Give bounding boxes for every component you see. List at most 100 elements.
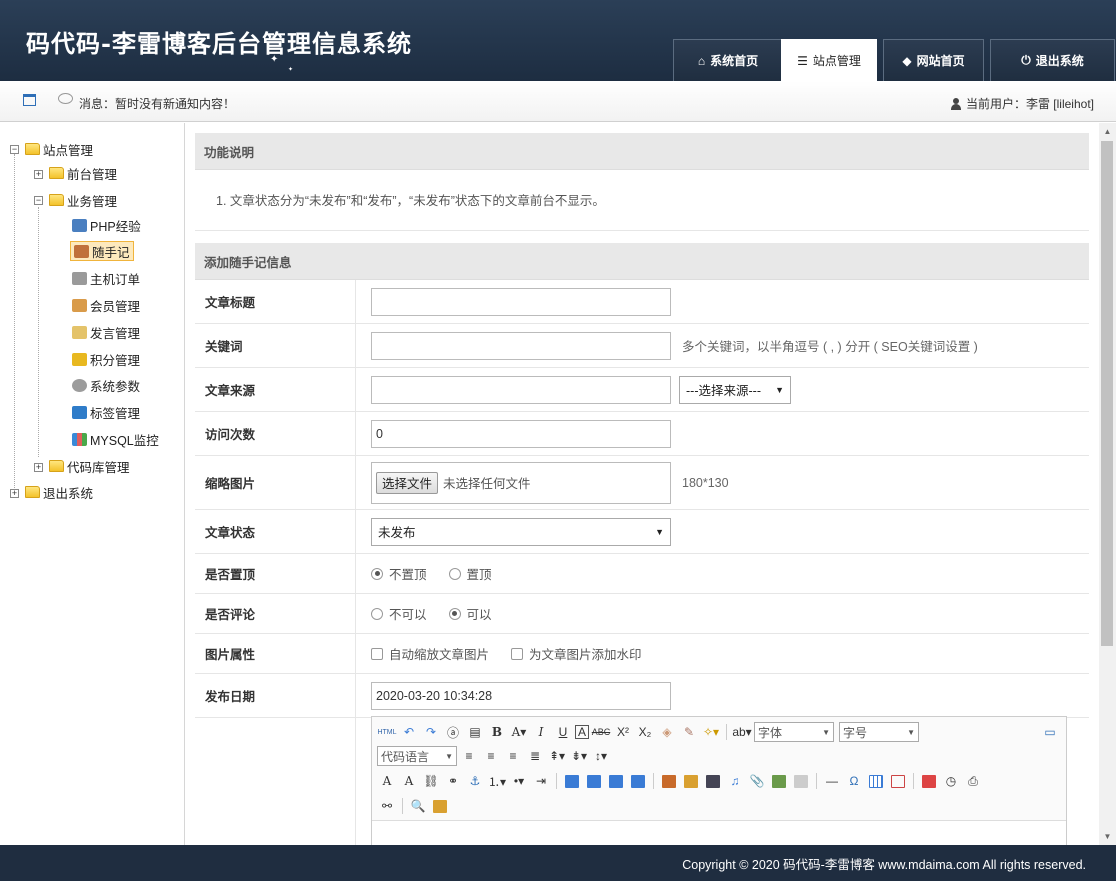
tree-node-logout[interactable]: 退出系统 <box>25 482 93 502</box>
collapse-toggle[interactable]: − <box>10 145 19 154</box>
date-icon[interactable] <box>919 771 939 791</box>
top-option-yes[interactable]: 置顶 <box>448 564 492 583</box>
collapse-toggle[interactable]: − <box>34 196 43 205</box>
time-icon[interactable]: ◷ <box>941 771 961 791</box>
tree-leaf-settings[interactable]: 系统参数 <box>72 375 140 395</box>
bold-icon[interactable]: B <box>487 722 507 742</box>
tree-leaf-orders[interactable]: 主机订单 <box>72 268 140 288</box>
keywords-input[interactable] <box>371 331 671 360</box>
superscript-icon[interactable]: X² <box>613 722 633 742</box>
fullscreen-icon[interactable]: ▭ <box>1040 722 1060 742</box>
tree-node-codelib[interactable]: 代码库管理 <box>49 456 130 476</box>
link-icon[interactable]: ⛓ <box>421 771 441 791</box>
horizontal-rule-icon[interactable]: — <box>822 771 842 791</box>
search-replace-icon[interactable]: ⚯ <box>377 796 397 816</box>
template-icon[interactable] <box>430 796 450 816</box>
publish-date-input[interactable] <box>371 681 671 710</box>
nav-logout[interactable]: ⏻ 退出系统 <box>990 39 1115 81</box>
scroll-up-arrow-icon[interactable]: ▲ <box>1099 123 1116 140</box>
magic-wand-icon[interactable]: ✧▾ <box>701 722 721 742</box>
font-smaller-icon[interactable]: A <box>399 771 419 791</box>
map-icon[interactable] <box>769 771 789 791</box>
float-none-icon[interactable] <box>606 771 626 791</box>
status-select[interactable]: 未发布 ▼ <box>371 517 671 546</box>
scroll-down-arrow-icon[interactable]: ▼ <box>1099 828 1116 845</box>
delete-table-icon[interactable] <box>888 771 908 791</box>
expand-toggle[interactable]: + <box>34 463 43 472</box>
float-right-icon[interactable] <box>584 771 604 791</box>
float-center-icon[interactable] <box>628 771 648 791</box>
comment-option-no[interactable]: 不可以 <box>371 604 427 623</box>
print-icon[interactable]: ⎙ <box>963 771 983 791</box>
subscript-icon[interactable]: X₂ <box>635 722 655 742</box>
tree-node-frontend[interactable]: 前台管理 <box>49 163 117 183</box>
font-family-select[interactable]: 字体 ▼ <box>754 722 834 742</box>
tree-leaf-mysql[interactable]: MYSQL监控 <box>72 429 159 449</box>
choose-file-button[interactable]: 选择文件 <box>376 471 439 494</box>
undo-icon[interactable]: ↶ <box>399 722 419 742</box>
redo-icon[interactable]: ↷ <box>421 722 441 742</box>
strikethrough-icon[interactable]: ABC <box>591 722 611 742</box>
watermark-option[interactable]: 为文章图片添加水印 <box>511 644 642 663</box>
checkbox[interactable] <box>511 647 524 660</box>
tree-node-business[interactable]: 业务管理 <box>49 190 117 210</box>
radio-button[interactable] <box>371 567 383 580</box>
spellcheck-icon[interactable]: ab▾ <box>732 722 752 742</box>
tree-leaf-points[interactable]: 积分管理 <box>72 349 140 369</box>
auto-resize-option[interactable]: 自动缩放文章图片 <box>371 644 489 663</box>
image-icon[interactable] <box>659 771 679 791</box>
radio-button[interactable] <box>448 607 461 620</box>
border-text-icon[interactable]: A <box>575 725 589 739</box>
underline-icon[interactable]: U <box>553 722 573 742</box>
nav-website-home[interactable]: ◆ 网站首页 <box>883 39 984 81</box>
tree-leaf-notes[interactable]: 随手记 <box>70 241 134 261</box>
radio-button[interactable] <box>371 607 383 620</box>
expand-toggle[interactable]: + <box>34 170 43 179</box>
video-icon[interactable] <box>703 771 723 791</box>
nav-system-home[interactable]: ⌂ 系统首页 <box>673 39 783 81</box>
visits-input[interactable] <box>371 419 671 448</box>
tree-leaf-tags[interactable]: 标签管理 <box>72 402 140 422</box>
tree-leaf-comments[interactable]: 发言管理 <box>72 322 140 342</box>
tree-node-site-management[interactable]: 站点管理 <box>25 139 93 159</box>
multi-image-icon[interactable] <box>681 771 701 791</box>
font-size-select[interactable]: 字号 ▼ <box>839 722 919 742</box>
gmap-icon[interactable] <box>791 771 811 791</box>
format-brush-icon[interactable]: ✎ <box>679 722 699 742</box>
font-color-icon[interactable]: A▾ <box>509 722 529 742</box>
special-char-icon[interactable]: Ω <box>844 771 864 791</box>
scrollbar[interactable]: ▲ ▼ <box>1099 123 1116 845</box>
source-select[interactable]: ---选择来源--- ▼ <box>679 375 791 404</box>
source-input[interactable] <box>371 375 671 404</box>
radio-button[interactable] <box>448 567 461 580</box>
font-larger-icon[interactable]: A <box>377 771 397 791</box>
nav-site-management[interactable]: ☰ 站点管理 <box>781 39 877 81</box>
tree-leaf-members[interactable]: 会员管理 <box>72 295 140 315</box>
italic-icon[interactable]: I <box>531 722 551 742</box>
anchor-icon[interactable]: ⚓ <box>465 771 485 791</box>
code-language-select[interactable]: 代码语言 ▼ <box>377 746 457 766</box>
checkbox[interactable] <box>371 647 383 660</box>
align-left-icon[interactable]: ≡ <box>459 746 479 766</box>
float-left-icon[interactable] <box>562 771 582 791</box>
title-input[interactable] <box>371 287 671 316</box>
editor-body[interactable] <box>372 821 1066 845</box>
paste-text-icon[interactable]: ⓐ <box>443 722 463 742</box>
unordered-list-icon[interactable]: •▾ <box>509 771 529 791</box>
expand-toggle[interactable]: + <box>10 489 19 498</box>
music-icon[interactable]: ♫ <box>725 771 745 791</box>
justify-icon[interactable]: ≣ <box>525 746 545 766</box>
paste-plain-icon[interactable]: ▤ <box>465 722 485 742</box>
table-icon[interactable] <box>866 771 886 791</box>
ordered-list-icon[interactable]: ⒈▾ <box>487 771 507 791</box>
align-center-icon[interactable]: ≡ <box>481 746 501 766</box>
top-option-no[interactable]: 不置顶 <box>371 564 427 583</box>
eraser-icon[interactable]: ◈ <box>657 722 677 742</box>
attachment-icon[interactable]: 📎 <box>747 771 767 791</box>
window-icon[interactable] <box>23 94 36 106</box>
align-right-icon[interactable]: ≡ <box>503 746 523 766</box>
preview-icon[interactable]: 🔍 <box>408 796 428 816</box>
unlink-icon[interactable]: ⚭ <box>443 771 463 791</box>
line-height-icon[interactable]: ↕▾ <box>591 746 611 766</box>
indent-icon[interactable]: ⇥ <box>531 771 551 791</box>
